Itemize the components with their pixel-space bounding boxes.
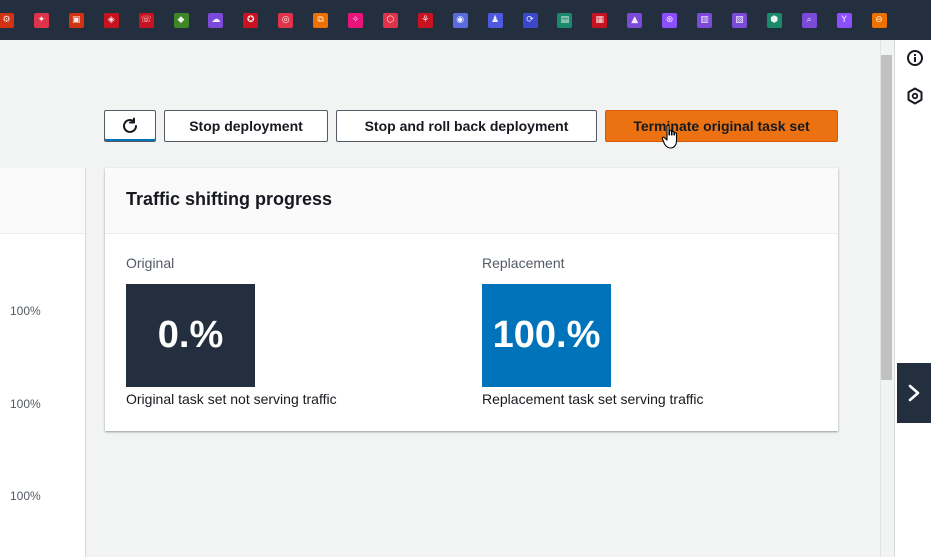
traffic-shifting-card: Traffic shifting progress Original 0.% O… [105, 168, 838, 431]
replacement-label: Replacement [482, 255, 565, 271]
robomaker-icon[interactable]: ⚙ [0, 13, 14, 28]
utility-rail [894, 40, 931, 557]
scrollbar-thumb[interactable] [881, 55, 892, 380]
hexagon-icon[interactable] [906, 87, 924, 105]
chevron-right-icon [908, 384, 920, 402]
route53-icon[interactable]: ◉ [452, 13, 468, 28]
left-table-header [0, 168, 85, 234]
glue-icon[interactable]: Y [836, 13, 852, 28]
replacement-traffic-tile: 100.% [482, 284, 611, 387]
refresh-icon [123, 117, 137, 133]
waf-icon[interactable]: ✪ [243, 13, 259, 28]
cloudformation-icon[interactable]: ▦ [592, 13, 608, 28]
chime-icon[interactable]: ◎ [278, 13, 294, 28]
iam-icon[interactable]: ♟ [487, 13, 503, 28]
inspector-icon[interactable]: ⌕ [801, 13, 817, 28]
original-caption: Original task set not serving traffic [126, 391, 337, 407]
info-icon[interactable] [906, 49, 924, 67]
sagemaker-icon[interactable]: ▣ [68, 13, 84, 28]
iot-icon[interactable]: ◈ [103, 13, 119, 28]
config-icon[interactable]: ⬡ [382, 13, 398, 28]
refresh-button[interactable] [104, 110, 156, 142]
step-functions-icon[interactable]: ⧉ [313, 13, 329, 28]
percent-value: 100% [10, 304, 41, 318]
lambda-icon[interactable]: ⊖ [871, 13, 887, 28]
storage-gateway-icon[interactable]: ▤ [557, 13, 573, 28]
service-shortcut-bar: ⚙ ✦ ▣ ◈ ☏ ◆ ☁ ✪ ◎ ⧉ ✧ ⬡ ⚘ ◉ ♟ ⟳ ▤ ▦ ▲ ⊛ ▥ ▧ ⬢ ⌕ Y ⊖ [0, 0, 931, 40]
percent-value: 100% [10, 489, 41, 503]
service-catalog-icon[interactable]: ⟳ [522, 13, 538, 28]
trusted-advisor-icon[interactable]: ▲ [627, 13, 643, 28]
expand-panel-button[interactable] [897, 363, 931, 423]
pinpoint-icon[interactable]: ✦ [33, 13, 49, 28]
cloudwatch-icon[interactable]: ☁ [208, 13, 224, 28]
terminate-original-task-set-button[interactable]: Terminate original task set [605, 110, 838, 142]
app-mesh-icon[interactable]: ⊛ [662, 13, 678, 28]
connect-icon[interactable]: ☏ [138, 13, 154, 28]
card-title: Traffic shifting progress [126, 189, 333, 209]
card-header: Traffic shifting progress [105, 168, 838, 234]
percent-value: 100% [10, 397, 41, 411]
stop-deployment-button[interactable]: Stop deployment [164, 110, 328, 142]
original-traffic-tile: 0.% [126, 284, 255, 387]
organizations-icon[interactable]: ⚘ [417, 13, 433, 28]
original-label: Original [126, 255, 175, 271]
replacement-caption: Replacement task set serving traffic [482, 391, 704, 407]
guardduty-icon[interactable]: ◆ [173, 13, 189, 28]
shield-icon[interactable]: ⬢ [766, 13, 782, 28]
cost-explorer-icon[interactable]: ▧ [731, 13, 747, 28]
eventbridge-icon[interactable]: ✧ [348, 13, 363, 28]
hand-cursor-icon [661, 124, 678, 149]
stop-and-rollback-button[interactable]: Stop and roll back deployment [336, 110, 597, 142]
replacement-percentage: 100.% [492, 314, 601, 356]
documentdb-icon[interactable]: ▥ [697, 13, 712, 28]
original-percentage: 0.% [157, 314, 224, 356]
left-table-panel: 100% 100% 100% [0, 168, 86, 557]
